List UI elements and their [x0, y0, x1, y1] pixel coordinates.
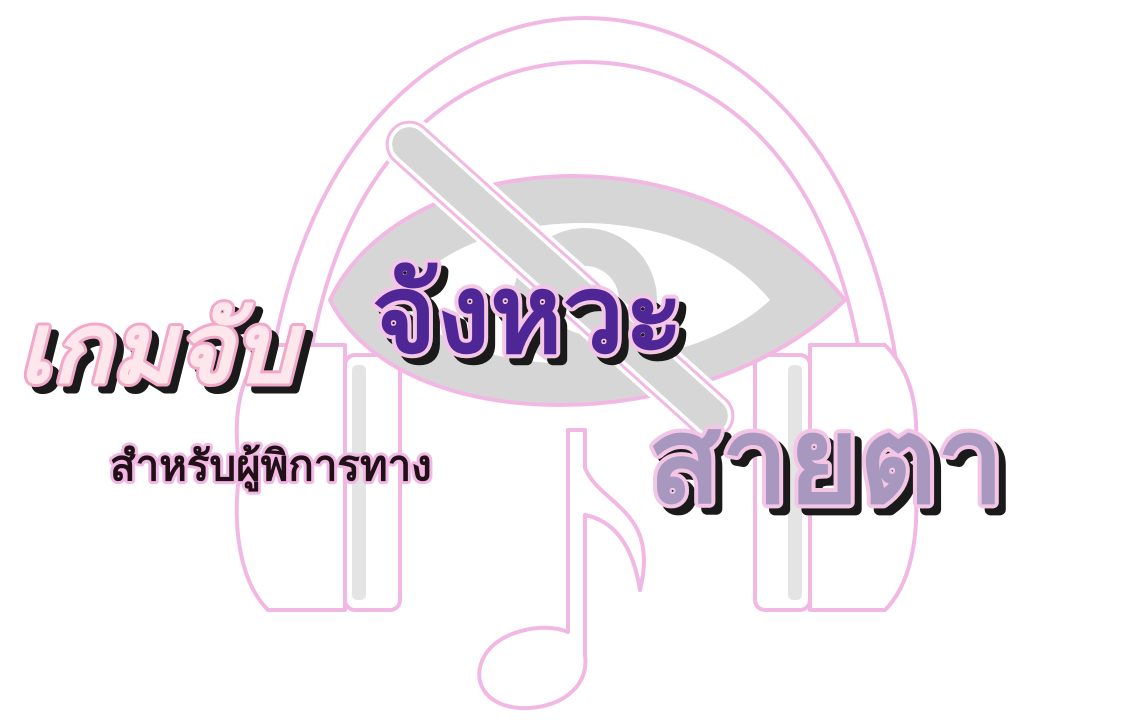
title-line1-part1-shadowless: เกมจับ: [18, 292, 304, 406]
title-line2-part2: สายตา: [648, 392, 1004, 531]
title-line1-part2: จังหวะ: [372, 250, 684, 378]
game-logo: เกมจับ เกมจับ จังหวะ จังหวะ สำหรับผู้พิก…: [15, 16, 1015, 711]
title-line2-part1: สำหรับผู้พิการทาง: [110, 441, 432, 492]
music-note-icon: [477, 428, 647, 711]
